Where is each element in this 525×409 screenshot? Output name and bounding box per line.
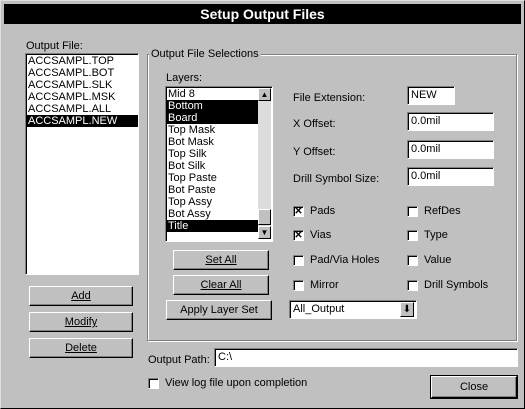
modify-button[interactable]: Modify (29, 312, 133, 332)
mirror-checkbox[interactable] (293, 280, 304, 291)
layers-label: Layers: (166, 72, 203, 84)
dialog-title: Setup Output Files (4, 4, 521, 24)
output-file-item[interactable]: ACCSAMPL.SLK (26, 79, 138, 91)
layer-item[interactable]: Mid 8 (166, 88, 258, 100)
delete-button-label: Delete (65, 342, 97, 354)
drill-symbol-size-input[interactable]: 0.0mil (407, 167, 494, 186)
output-file-item[interactable]: ACCSAMPL.ALL (26, 103, 138, 115)
modify-button-label: Modify (64, 316, 98, 328)
layer-item[interactable]: Board (166, 112, 258, 124)
setup-output-files-dialog: Setup Output Files Output File: ACCSAMPL… (0, 0, 525, 409)
layer-item[interactable]: Top Paste (166, 172, 258, 184)
vias-label: Vias (310, 229, 332, 241)
add-button[interactable]: Add (29, 286, 133, 306)
drill-symbol-size-label: Drill Symbol Size: (293, 173, 380, 185)
set-all-button[interactable]: Set All (173, 250, 269, 270)
refdes-label: RefDes (424, 205, 461, 217)
output-path-input[interactable]: C:\ (214, 348, 518, 367)
set-all-button-label: Set All (205, 254, 237, 266)
output-file-item[interactable]: ACCSAMPL.MSK (26, 91, 138, 103)
apply-layer-set-button[interactable]: Apply Layer Set (166, 300, 272, 320)
refdes-checkbox[interactable] (407, 206, 418, 217)
layers-scroll-track[interactable] (258, 101, 271, 226)
clear-all-button-label: Clear All (200, 279, 242, 291)
layer-item[interactable]: Bottom (166, 100, 258, 112)
output-file-item[interactable]: ACCSAMPL.TOP (26, 55, 138, 67)
check-icon: ✕ (294, 206, 303, 217)
close-button[interactable]: Close (430, 375, 518, 399)
add-button-label: Add (71, 290, 91, 302)
value-checkbox[interactable] (407, 255, 418, 266)
group-title: Output File Selections (149, 48, 261, 60)
layer-item[interactable]: Title (166, 220, 258, 232)
scroll-down-icon: ▼ (260, 228, 269, 237)
scroll-up-icon: ▲ (260, 90, 269, 99)
layer-set-dropdown[interactable]: All_Output ⬇ (289, 300, 417, 319)
pads-checkbox[interactable]: ✕ (293, 206, 304, 217)
pad-via-holes-checkbox[interactable] (293, 255, 304, 266)
x-offset-label: X Offset: (293, 118, 336, 130)
value-label: Value (424, 254, 452, 266)
output-file-item[interactable]: ACCSAMPL.NEW (26, 115, 138, 127)
apply-layer-set-button-label: Apply Layer Set (180, 304, 258, 316)
check-icon: ✕ (294, 230, 303, 241)
scroll-down-button[interactable]: ▼ (258, 226, 271, 239)
layer-item[interactable]: Bot Silk (166, 160, 258, 172)
pad-via-holes-label: Pad/Via Holes (310, 254, 380, 266)
layers-list[interactable]: Mid 8 Bottom Board Top Mask Bot Mask Top Silk… (165, 86, 273, 242)
y-offset-label: Y Offset: (293, 146, 336, 158)
drill-symbols-label: Drill Symbols (424, 279, 489, 291)
y-offset-input[interactable]: 0.0mil (407, 140, 494, 159)
layer-item[interactable]: Top Mask (166, 124, 258, 136)
layer-item[interactable]: Bot Paste (166, 184, 258, 196)
output-file-list[interactable]: ACCSAMPL.TOP ACCSAMPL.BOT ACCSAMPL.SLK ACCS… (25, 53, 139, 275)
output-file-label: Output File: (26, 40, 83, 52)
layer-item[interactable]: Bot Assy (166, 208, 258, 220)
layer-set-value: All_Output (293, 303, 345, 315)
pads-label: Pads (310, 205, 336, 217)
clear-all-button[interactable]: Clear All (173, 275, 269, 295)
dropdown-arrow-icon[interactable]: ⬇ (400, 302, 414, 317)
delete-button[interactable]: Delete (29, 338, 133, 358)
output-file-item[interactable]: ACCSAMPL.BOT (26, 67, 138, 79)
type-checkbox[interactable] (407, 230, 418, 241)
file-extension-input[interactable]: NEW (407, 86, 455, 105)
view-log-checkbox[interactable] (148, 378, 159, 389)
output-path-label: Output Path: (148, 354, 210, 366)
mirror-label: Mirror (310, 279, 339, 291)
vias-checkbox[interactable]: ✕ (293, 230, 304, 241)
layer-item[interactable]: Top Silk (166, 148, 258, 160)
layers-scroll-thumb[interactable] (258, 209, 271, 225)
x-offset-input[interactable]: 0.0mil (407, 112, 494, 131)
file-extension-label: File Extension: (293, 92, 366, 104)
scroll-up-button[interactable]: ▲ (258, 88, 271, 101)
drill-symbols-checkbox[interactable] (407, 280, 418, 291)
view-log-label: View log file upon completion (165, 377, 308, 389)
layer-item[interactable]: Bot Mask (166, 136, 258, 148)
layer-item[interactable]: Top Assy (166, 196, 258, 208)
type-label: Type (424, 229, 448, 241)
